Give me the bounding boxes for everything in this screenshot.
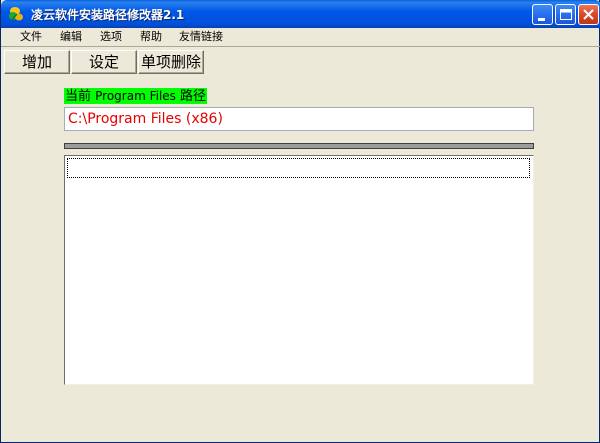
path-listbox[interactable] — [64, 155, 534, 385]
menu-file[interactable]: 文件 — [20, 29, 42, 45]
set-button[interactable]: 设定 — [71, 50, 137, 74]
menu-divider — [1, 46, 600, 47]
maximize-icon — [560, 9, 572, 20]
app-leaf-icon — [7, 5, 25, 23]
title-bar[interactable]: 凌云软件安装路径修改器2.1 — [1, 0, 600, 28]
menu-bar: 文件 编辑 选项 帮助 友情链接 — [1, 28, 600, 46]
menu-options[interactable]: 选项 — [100, 29, 122, 45]
path-label-suffix: 路径 — [175, 89, 207, 104]
delete-item-button[interactable]: 单项删除 — [138, 50, 204, 74]
maximize-button[interactable] — [555, 4, 576, 25]
list-focus-row[interactable] — [67, 158, 530, 178]
minimize-button[interactable] — [532, 4, 553, 25]
app-window: 凌云软件安装路径修改器2.1 文件 编辑 选项 帮助 友情链接 增加 设定 单项… — [0, 0, 600, 443]
path-label-prefix: 当前 — [65, 89, 96, 104]
path-label-program-files: Program Files — [95, 89, 176, 103]
progress-bar — [64, 143, 534, 149]
current-path-field[interactable]: C:\Program Files (x86) — [64, 107, 534, 131]
close-button[interactable] — [578, 4, 599, 25]
add-button[interactable]: 增加 — [4, 50, 70, 74]
menu-friend-links[interactable]: 友情链接 — [179, 29, 223, 45]
menu-edit[interactable]: 编辑 — [60, 29, 82, 45]
minimize-icon — [538, 18, 545, 21]
close-icon — [583, 9, 594, 20]
menu-help[interactable]: 帮助 — [140, 29, 162, 45]
window-title: 凌云软件安装路径修改器2.1 — [31, 8, 185, 22]
current-path-label: 当前 Program Files 路径 — [64, 88, 208, 104]
